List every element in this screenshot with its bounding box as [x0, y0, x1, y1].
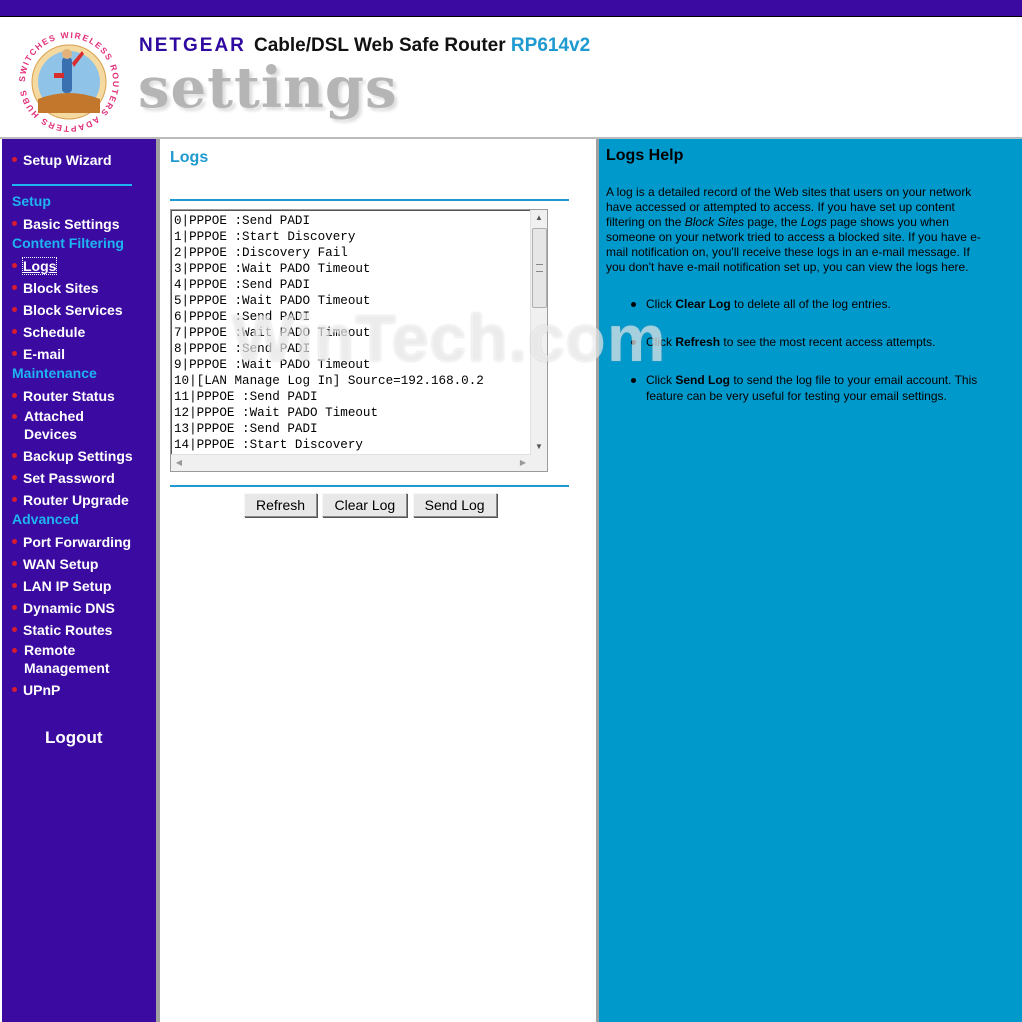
clear-log-button[interactable]: Clear Log: [322, 493, 408, 517]
sidebar-item-port-forwarding[interactable]: Port Forwarding: [12, 533, 131, 551]
bullet-icon: [12, 220, 17, 226]
sidebar-item-upnp[interactable]: UPnP: [12, 681, 60, 699]
help-bullet-send-log: Click Send Log to send the log file to y…: [629, 372, 1006, 404]
sidebar-item-wan-setup[interactable]: WAN Setup: [12, 555, 98, 573]
log-content: 0|PPPOE :Send PADI 1|PPPOE :Start Discove…: [174, 213, 526, 455]
vertical-scrollbar[interactable]: ▲ ▼: [530, 210, 547, 455]
log-line: 10|[LAN Manage Log In] Source=192.168.0.…: [174, 374, 484, 388]
bullet-icon: [12, 328, 17, 334]
sidebar-item-backup-settings[interactable]: Backup Settings: [12, 447, 133, 465]
scroll-up-icon[interactable]: ▲: [531, 210, 547, 226]
send-log-button[interactable]: Send Log: [412, 493, 497, 517]
section-setup: Setup: [12, 193, 51, 209]
logout-link[interactable]: Logout: [45, 728, 103, 748]
product-model: RP614v2: [510, 35, 591, 56]
refresh-button[interactable]: Refresh: [244, 493, 318, 517]
help-paragraph: A log is a detailed record of the Web si…: [606, 185, 981, 274]
log-line: 7|PPPOE :Wait PADO Timeout: [174, 326, 371, 340]
sidebar-item-block-services[interactable]: Block Services: [12, 301, 123, 319]
log-line: 6|PPPOE :Send PADI: [174, 310, 311, 324]
title-divider: [170, 199, 569, 201]
sidebar-item-logs[interactable]: Logs: [12, 257, 58, 275]
bullet-icon: [12, 306, 17, 312]
log-line: 2|PPPOE :Discovery Fail: [174, 246, 348, 260]
help-bullet-refresh: Click Refresh to see the most recent acc…: [629, 334, 1006, 350]
scroll-down-icon[interactable]: ▼: [531, 439, 547, 455]
log-line: 5|PPPOE :Wait PADO Timeout: [174, 294, 371, 308]
bullet-icon: [12, 538, 17, 544]
bullet-icon: [12, 452, 17, 458]
log-line: 3|PPPOE :Wait PADO Timeout: [174, 262, 371, 276]
section-maintenance: Maintenance: [12, 365, 97, 381]
help-bullet-clear-log: Click Clear Log to delete all of the log…: [629, 296, 1006, 312]
sidebar-divider: [12, 184, 132, 186]
sidebar-item-schedule[interactable]: Schedule: [12, 323, 85, 341]
product-name: Cable/DSL Web Safe Router RP614v2: [254, 35, 590, 57]
bullet-icon: [12, 474, 17, 480]
bullet-icon: [12, 686, 17, 692]
bullet-icon: [12, 496, 17, 502]
sidebar-item-basic-settings[interactable]: Basic Settings: [12, 215, 119, 233]
bullet-icon: [12, 156, 17, 162]
help-panel: Logs Help A log is a detailed record of …: [599, 139, 1022, 1022]
sidebar-item-static-routes[interactable]: Static Routes: [12, 621, 112, 639]
log-line: 8|PPPOE :Send PADI: [174, 342, 311, 356]
scroll-right-icon[interactable]: ▶: [515, 455, 531, 471]
buttons-divider: [170, 485, 569, 487]
section-advanced: Advanced: [12, 511, 79, 527]
brand-name: NETGEAR: [139, 35, 246, 56]
header: SWITCHES WIRELESS ROUTERS ADAPTERS HUBS …: [0, 17, 1022, 137]
bullet-dot-icon: [631, 340, 636, 345]
scrollbar-corner: [531, 455, 547, 471]
bullet-dot-icon: [631, 378, 636, 383]
settings-wordmark: settings: [138, 55, 398, 121]
sidebar: Setup Wizard Setup Basic Settings Conten…: [2, 139, 156, 1022]
sidebar-item-remote-management[interactable]: Remote Management: [12, 641, 110, 677]
main-content: Logs 0|PPPOE :Send PADI 1|PPPOE :Start Di…: [160, 139, 596, 1022]
log-textarea[interactable]: 0|PPPOE :Send PADI 1|PPPOE :Start Discove…: [170, 209, 548, 472]
button-row: Refresh Clear Log Send Log: [244, 493, 498, 517]
netgear-seal-logo: SWITCHES WIRELESS ROUTERS ADAPTERS HUBS: [17, 30, 120, 134]
sidebar-item-block-sites[interactable]: Block Sites: [12, 279, 98, 297]
top-bar: [0, 0, 1022, 17]
sidebar-item-setup-wizard[interactable]: Setup Wizard: [12, 151, 112, 169]
bullet-icon: [12, 604, 17, 610]
log-line: 14|PPPOE :Start Discovery: [174, 438, 363, 452]
bullet-icon: [12, 414, 17, 419]
sidebar-item-dynamic-dns[interactable]: Dynamic DNS: [12, 599, 115, 617]
bullet-icon: [12, 626, 17, 632]
log-line: 12|PPPOE :Wait PADO Timeout: [174, 406, 379, 420]
log-line: 9|PPPOE :Wait PADO Timeout: [174, 358, 371, 372]
sidebar-item-email[interactable]: E-mail: [12, 345, 65, 363]
scroll-thumb[interactable]: [532, 228, 547, 308]
bullet-icon: [12, 350, 17, 356]
horizontal-scrollbar[interactable]: ◀ ▶: [171, 454, 531, 471]
sidebar-item-router-upgrade[interactable]: Router Upgrade: [12, 491, 129, 509]
grip-icon: [536, 264, 543, 272]
bullet-icon: [12, 582, 17, 588]
bullet-icon: [12, 648, 17, 653]
bullet-dot-icon: [631, 302, 636, 307]
log-line: 11|PPPOE :Send PADI: [174, 390, 318, 404]
bullet-icon: [12, 262, 17, 268]
scroll-left-icon[interactable]: ◀: [171, 455, 187, 471]
help-title: Logs Help: [606, 147, 684, 164]
bullet-icon: [12, 392, 17, 398]
page-title: Logs: [170, 149, 209, 166]
bullet-icon: [12, 560, 17, 566]
bullet-icon: [12, 284, 17, 290]
sidebar-item-attached-devices[interactable]: Attached Devices: [12, 407, 84, 443]
log-line: 13|PPPOE :Send PADI: [174, 422, 318, 436]
log-line: 0|PPPOE :Send PADI: [174, 214, 311, 228]
log-line: 1|PPPOE :Start Discovery: [174, 230, 356, 244]
sidebar-item-set-password[interactable]: Set Password: [12, 469, 115, 487]
sidebar-item-lan-ip-setup[interactable]: LAN IP Setup: [12, 577, 111, 595]
product-label: Cable/DSL Web Safe Router: [254, 35, 506, 56]
log-line: 4|PPPOE :Send PADI: [174, 278, 311, 292]
section-content-filtering: Content Filtering: [12, 235, 124, 251]
sidebar-item-router-status[interactable]: Router Status: [12, 387, 115, 405]
